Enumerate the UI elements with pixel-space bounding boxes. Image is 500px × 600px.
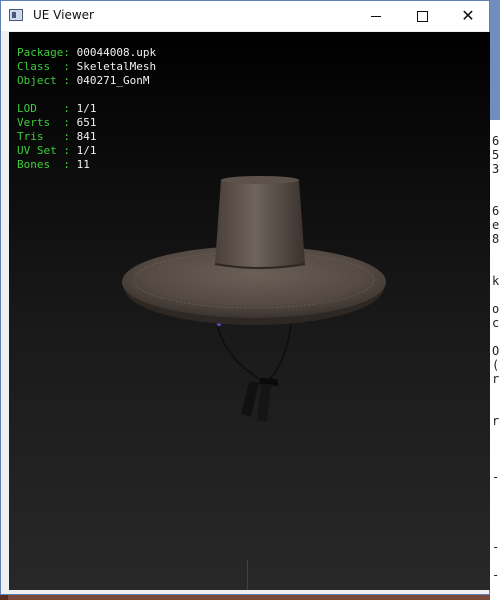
- minimize-icon: [371, 15, 381, 17]
- close-icon: ✕: [461, 6, 475, 25]
- background-window-titlebar: [490, 0, 500, 120]
- skeletal-mesh-hat[interactable]: [109, 172, 399, 452]
- window-title: UE Viewer: [33, 8, 94, 22]
- background-window-text: 6 5 3 6 e 8 k o c O ( r r - - -: [492, 134, 500, 582]
- info-uvset: UV Set : 1/1: [17, 144, 97, 157]
- info-tris: Tris : 841: [17, 130, 97, 143]
- close-button[interactable]: ✕: [445, 1, 491, 31]
- background-window[interactable]: 6 5 3 6 e 8 k o c O ( r r - - -: [490, 0, 500, 600]
- app-icon[interactable]: [9, 9, 23, 21]
- title-bar[interactable]: UE Viewer ✕: [1, 1, 489, 31]
- info-verts: Verts : 651: [17, 116, 97, 129]
- ue-viewer-window: UE Viewer ✕ Package: 00044008.upk Class …: [0, 0, 490, 595]
- minimize-button[interactable]: [353, 1, 399, 31]
- maximize-icon: [416, 10, 428, 22]
- info-class: Class : SkeletalMesh: [17, 60, 157, 73]
- info-package: Package: 00044008.upk: [17, 46, 157, 59]
- 3d-viewport[interactable]: Package: 00044008.upk Class : SkeletalMe…: [9, 32, 490, 590]
- maximize-button[interactable]: [399, 1, 445, 31]
- info-bones: Bones : 11: [17, 158, 90, 171]
- info-lod: LOD : 1/1: [17, 102, 97, 115]
- info-object: Object : 040271_GonM: [17, 74, 150, 87]
- z-axis-line: [247, 560, 248, 590]
